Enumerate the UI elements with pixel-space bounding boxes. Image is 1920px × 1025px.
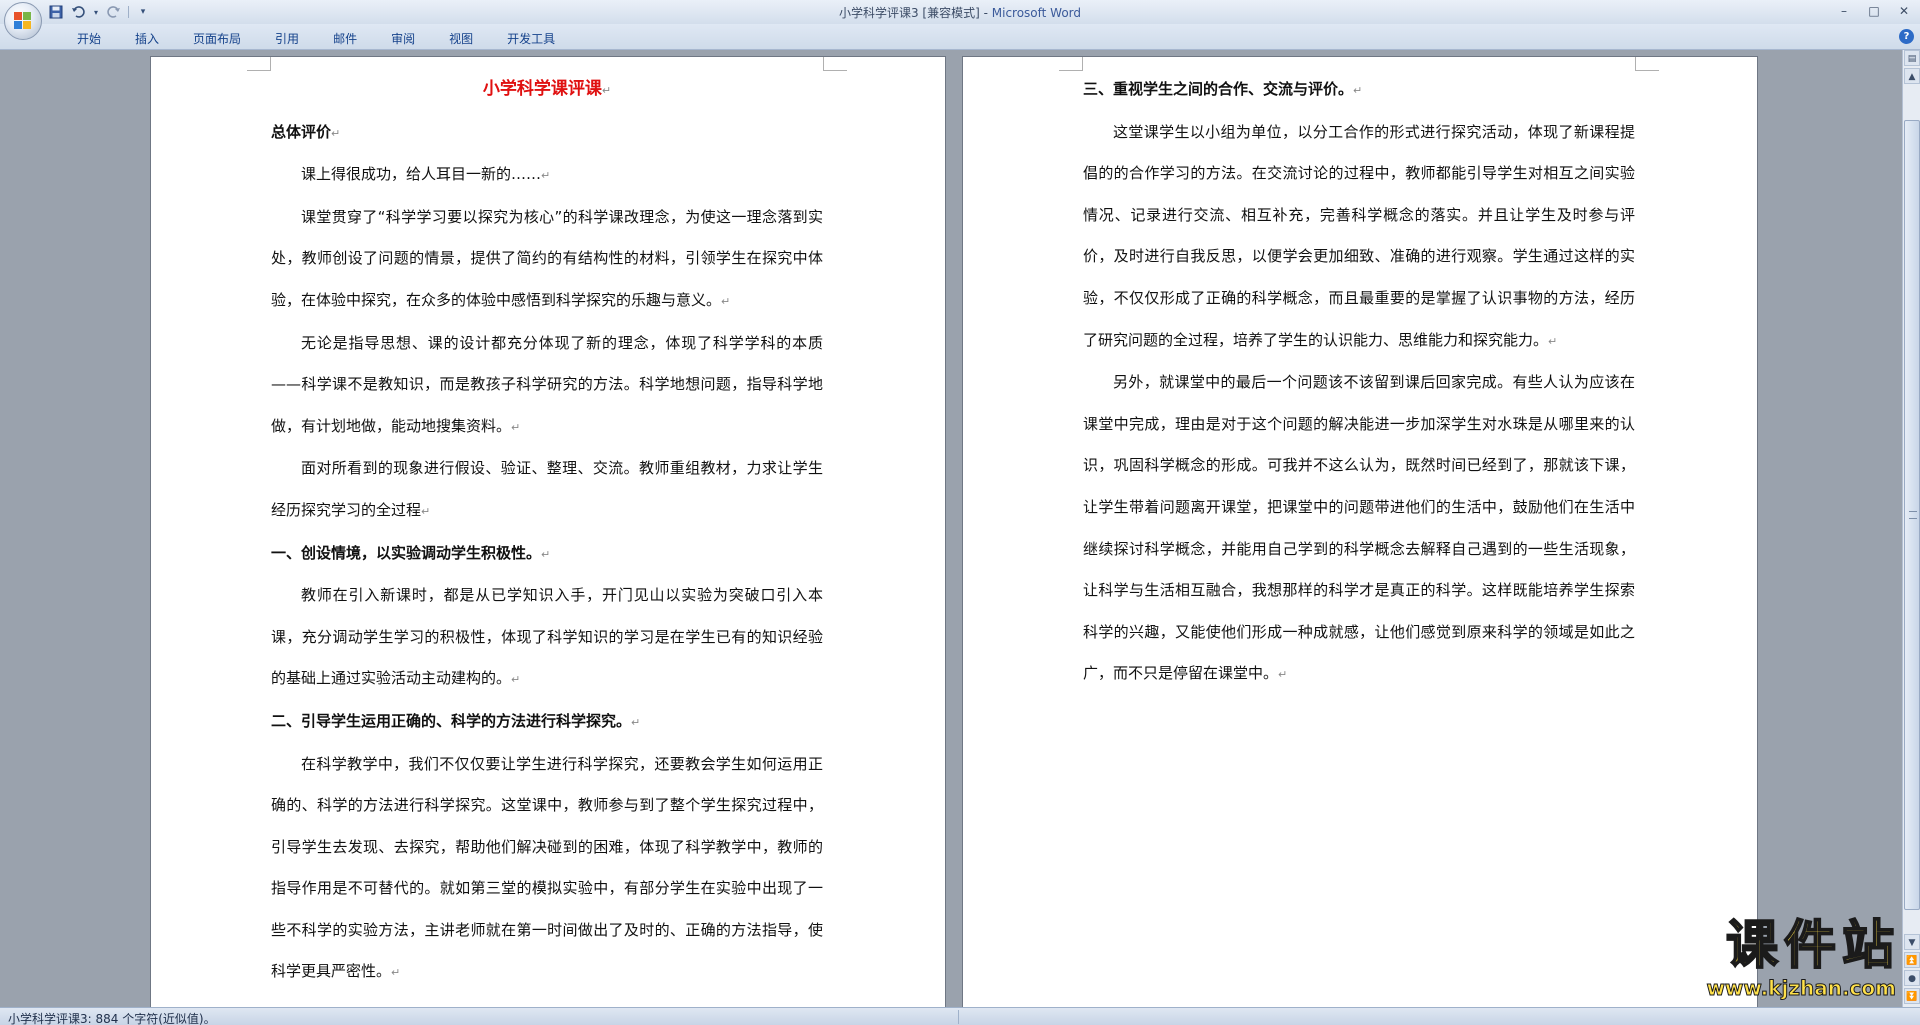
status-bar: 小学科学评课3: 884 个字符(近似值)。 <box>0 1007 1920 1025</box>
status-divider <box>958 1010 959 1024</box>
paragraph-text: 课上得很成功，给人耳目一新的…… <box>301 165 542 184</box>
tab-review[interactable]: 审阅 <box>374 30 432 47</box>
scrollbar-grip-icon <box>1909 511 1917 519</box>
maximize-button[interactable]: □ <box>1864 2 1884 20</box>
paragraph-mark-icon: ↵ <box>331 126 341 140</box>
window-title: 小学科学评课3 [兼容模式] - Microsoft Word <box>0 4 1920 21</box>
page-right[interactable]: 三、重视学生之间的合作、交流与评价。↵ 这堂课学生以小组为单位，以分工合作的形式进… <box>962 56 1758 1007</box>
section-heading: 二、引导学生运用正确的、科学的方法进行科学探究。↵ <box>271 701 823 744</box>
left-page-paragraphs: 总体评价↵ 课上得很成功，给人耳目一新的……↵ 课堂贯穿了“科学学习要以探究为核心”… <box>271 112 823 994</box>
paragraph-text: 课堂贯穿了“科学学习要以探究为核心”的科学课改理念，为使这一理念落到实处，教师创… <box>271 207 823 309</box>
paragraph-text: 另外，就课堂中的最后一个问题该不该留到课后回家完成。有些人认为应该在课堂中完成，… <box>1083 373 1635 683</box>
paragraph-mark-icon: ↵ <box>1548 334 1558 348</box>
margin-corner-mark <box>823 57 847 71</box>
paragraph-mark-icon: ↵ <box>391 966 401 980</box>
paragraph-text: 无论是指导思想、课的设计都充分体现了新的理念，体现了科学学科的本质——科学课不是… <box>271 333 823 435</box>
ribbon-tabs: 开始 插入 页面布局 引用 邮件 审阅 视图 开发工具 <box>60 30 572 47</box>
tab-page-layout[interactable]: 页面布局 <box>176 30 258 47</box>
paragraph: 在科学教学中，我们不仅仅要让学生进行科学探究，还要教会学生如何运用正确的、科学的… <box>271 744 823 995</box>
previous-page-icon[interactable]: ⏫ <box>1904 952 1920 968</box>
document-heading: 小学科学课评课↵ <box>482 79 612 99</box>
section-heading: 总体评价↵ <box>271 112 823 155</box>
paragraph-mark-icon: ↵ <box>421 504 431 518</box>
paragraph: 这堂课学生以小组为单位，以分工合作的形式进行探究活动，体现了新课程提倡的的合作学… <box>1083 112 1635 363</box>
paragraph-text: 面对所看到的现象进行假设、验证、整理、交流。教师重组教材，力求让学生经历探究学习… <box>271 459 823 519</box>
margin-corner-mark <box>1059 57 1083 71</box>
select-browse-object-icon[interactable]: ● <box>1904 970 1920 986</box>
paragraph: 无论是指导思想、课的设计都充分体现了新的理念，体现了科学学科的本质——科学课不是… <box>271 323 823 449</box>
vertical-scrollbar[interactable]: ▤ ▲ ▼ ⏫ ● ⏬ <box>1902 50 1920 1007</box>
document-title: 小学科学评课3 [兼容模式] <box>838 6 980 20</box>
window-controls: – □ ✕ <box>1834 2 1914 20</box>
paragraph-text: 这堂课学生以小组为单位，以分工合作的形式进行探究活动，体现了新课程提倡的的合作学… <box>1083 122 1635 349</box>
left-page-text[interactable]: 小学科学课评课↵ 总体评价↵ 课上得很成功，给人耳目一新的……↵ 课堂贯穿了“科学学… <box>271 69 823 994</box>
help-icon[interactable]: ? <box>1899 29 1914 44</box>
paragraph-mark-icon: ↵ <box>541 169 551 183</box>
paragraph-text: 在科学教学中，我们不仅仅要让学生进行科学探究，还要教会学生如何运用正确的、科学的… <box>271 754 823 981</box>
minimize-button[interactable]: – <box>1834 2 1854 20</box>
paragraph-mark-icon: ↵ <box>721 294 731 308</box>
right-page-paragraphs: 三、重视学生之间的合作、交流与评价。↵ 这堂课学生以小组为单位，以分工合作的形式进… <box>1083 69 1635 696</box>
word-count-status[interactable]: 小学科学评课3: 884 个字符(近似值)。 <box>8 1010 216 1025</box>
app-name: Microsoft Word <box>991 6 1082 20</box>
tab-references[interactable]: 引用 <box>258 30 316 47</box>
paragraph: 另外，就课堂中的最后一个问题该不该留到课后回家完成。有些人认为应该在课堂中完成，… <box>1083 362 1635 696</box>
tab-insert[interactable]: 插入 <box>118 30 176 47</box>
office-button[interactable] <box>4 2 42 40</box>
paragraph-mark-icon: ↵ <box>511 673 521 687</box>
scroll-up-icon[interactable]: ▲ <box>1904 68 1920 84</box>
tab-mailings[interactable]: 邮件 <box>316 30 374 47</box>
ruler-toggle-icon[interactable]: ▤ <box>1904 50 1920 66</box>
section-heading: 一、创设情境，以实验调动学生积极性。↵ <box>271 533 823 576</box>
office-logo-icon <box>14 12 32 30</box>
close-button[interactable]: ✕ <box>1894 2 1914 20</box>
title-separator: - <box>979 6 992 20</box>
paragraph-mark-icon: ↵ <box>631 715 641 729</box>
tab-home[interactable]: 开始 <box>60 30 118 47</box>
tab-developer[interactable]: 开发工具 <box>490 30 572 47</box>
ribbon-tab-bar: 开始 插入 页面布局 引用 邮件 审阅 视图 开发工具 ? <box>0 24 1920 50</box>
margin-corner-mark <box>1635 57 1659 71</box>
paragraph-mark-icon: ↵ <box>1353 84 1363 97</box>
scroll-down-icon[interactable]: ▼ <box>1904 934 1920 950</box>
margin-corner-mark <box>247 57 271 71</box>
paragraph: 课上得很成功，给人耳目一新的……↵ <box>271 154 823 197</box>
paragraph-mark-icon: ↵ <box>511 420 521 434</box>
document-area[interactable]: 小学科学课评课↵ 总体评价↵ 课上得很成功，给人耳目一新的……↵ 课堂贯穿了“科学学… <box>0 50 1902 1007</box>
tab-view[interactable]: 视图 <box>432 30 490 47</box>
paragraph-text: 总体评价 <box>271 122 332 141</box>
paragraph: 课堂贯穿了“科学学习要以探究为核心”的科学课改理念，为使这一理念落到实处，教师创… <box>271 197 823 323</box>
scrollbar-thumb[interactable] <box>1904 120 1920 910</box>
paragraph-text: 二、引导学生运用正确的、科学的方法进行科学探究。 <box>271 711 632 730</box>
section-heading: 三、重视学生之间的合作、交流与评价。↵ <box>1083 69 1635 112</box>
paragraph-text: 一、创设情境，以实验调动学生积极性。 <box>271 543 542 562</box>
paragraph-text: 三、重视学生之间的合作、交流与评价。 <box>1083 80 1354 98</box>
paragraph: 教师在引入新课时，都是从已学知识入手，开门见山以实验为突破口引入本课，充分调动学… <box>271 575 823 701</box>
next-page-icon[interactable]: ⏬ <box>1904 988 1920 1004</box>
page-left[interactable]: 小学科学课评课↵ 总体评价↵ 课上得很成功，给人耳目一新的……↵ 课堂贯穿了“科学学… <box>150 56 946 1007</box>
paragraph-mark-icon: ↵ <box>541 547 551 561</box>
paragraph: 面对所看到的现象进行假设、验证、整理、交流。教师重组教材，力求让学生经历探究学习… <box>271 448 823 532</box>
paragraph-text: 教师在引入新课时，都是从已学知识入手，开门见山以实验为突破口引入本课，充分调动学… <box>271 586 823 688</box>
title-bar: ▾ ▾ 小学科学评课3 [兼容模式] - Microsoft Word – □ … <box>0 0 1920 24</box>
right-page-text[interactable]: 三、重视学生之间的合作、交流与评价。↵ 这堂课学生以小组为单位，以分工合作的形式进… <box>1083 69 1635 696</box>
paragraph-mark-icon: ↵ <box>1278 668 1288 682</box>
